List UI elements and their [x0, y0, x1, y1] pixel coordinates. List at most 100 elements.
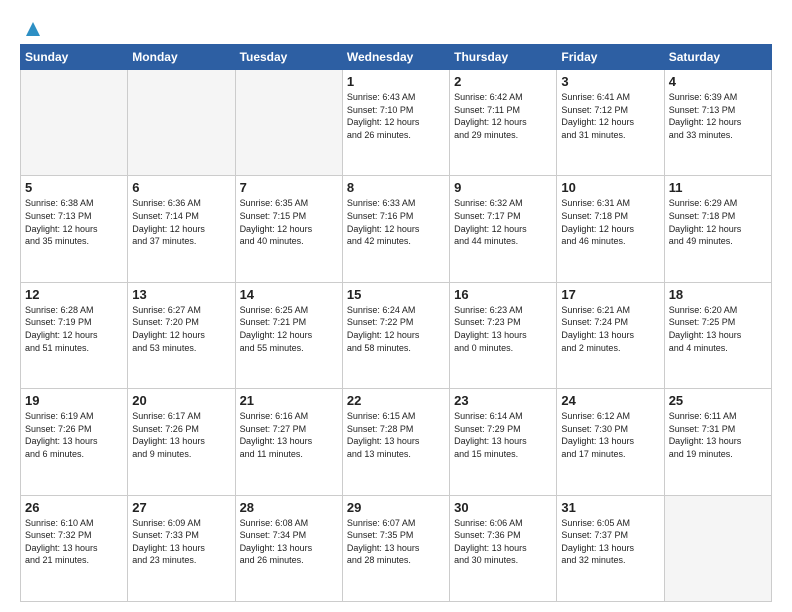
day-info: Sunrise: 6:10 AM Sunset: 7:32 PM Dayligh… [25, 517, 123, 567]
day-info: Sunrise: 6:17 AM Sunset: 7:26 PM Dayligh… [132, 410, 230, 460]
day-info: Sunrise: 6:19 AM Sunset: 7:26 PM Dayligh… [25, 410, 123, 460]
day-number: 26 [25, 500, 123, 515]
table-row: 17 Sunrise: 6:21 AM Sunset: 7:24 PM Dayli… [557, 282, 664, 388]
day-number: 2 [454, 74, 552, 89]
day-info: Sunrise: 6:38 AM Sunset: 7:13 PM Dayligh… [25, 197, 123, 247]
logo [20, 16, 44, 36]
day-info: Sunrise: 6:21 AM Sunset: 7:24 PM Dayligh… [561, 304, 659, 354]
day-number: 23 [454, 393, 552, 408]
calendar-table: Sunday Monday Tuesday Wednesday Thursday… [20, 44, 772, 602]
col-monday: Monday [128, 45, 235, 70]
header [20, 16, 772, 36]
day-info: Sunrise: 6:35 AM Sunset: 7:15 PM Dayligh… [240, 197, 338, 247]
table-row: 29 Sunrise: 6:07 AM Sunset: 7:35 PM Dayli… [342, 495, 449, 601]
day-number: 19 [25, 393, 123, 408]
calendar-week-3: 12Sunrise: 6:28 AM Sunset: 7:19 PM Dayli… [21, 282, 772, 388]
table-row: 8 Sunrise: 6:33 AM Sunset: 7:16 PM Daylig… [342, 176, 449, 282]
table-row: 2 Sunrise: 6:42 AM Sunset: 7:11 PM Daylig… [450, 70, 557, 176]
table-row: 28Sunrise: 6:08 AM Sunset: 7:34 PM Dayli… [235, 495, 342, 601]
day-info: Sunrise: 6:16 AM Sunset: 7:27 PM Dayligh… [240, 410, 338, 460]
col-sunday: Sunday [21, 45, 128, 70]
day-info: Sunrise: 6:05 AM Sunset: 7:37 PM Dayligh… [561, 517, 659, 567]
page: Sunday Monday Tuesday Wednesday Thursday… [0, 0, 792, 612]
day-info: Sunrise: 6:43 AM Sunset: 7:10 PM Dayligh… [347, 91, 445, 141]
table-row: 21 Sunrise: 6:16 AM Sunset: 7:27 PM Dayli… [235, 389, 342, 495]
calendar-week-1: 1 Sunrise: 6:43 AM Sunset: 7:10 PM Daylig… [21, 70, 772, 176]
table-row: 6Sunrise: 6:36 AM Sunset: 7:14 PM Daylig… [128, 176, 235, 282]
day-info: Sunrise: 6:07 AM Sunset: 7:35 PM Dayligh… [347, 517, 445, 567]
table-row: 16Sunrise: 6:23 AM Sunset: 7:23 PM Dayli… [450, 282, 557, 388]
table-row [128, 70, 235, 176]
day-number: 14 [240, 287, 338, 302]
day-info: Sunrise: 6:31 AM Sunset: 7:18 PM Dayligh… [561, 197, 659, 247]
day-info: Sunrise: 6:08 AM Sunset: 7:34 PM Dayligh… [240, 517, 338, 567]
table-row: 13 Sunrise: 6:27 AM Sunset: 7:20 PM Dayli… [128, 282, 235, 388]
day-number: 20 [132, 393, 230, 408]
day-number: 9 [454, 180, 552, 195]
table-row: 4Sunrise: 6:39 AM Sunset: 7:13 PM Daylig… [664, 70, 771, 176]
day-number: 10 [561, 180, 659, 195]
day-info: Sunrise: 6:15 AM Sunset: 7:28 PM Dayligh… [347, 410, 445, 460]
day-number: 15 [347, 287, 445, 302]
table-row [21, 70, 128, 176]
day-number: 5 [25, 180, 123, 195]
table-row: 31 Sunrise: 6:05 AM Sunset: 7:37 PM Dayli… [557, 495, 664, 601]
table-row: 23 Sunrise: 6:14 AM Sunset: 7:29 PM Dayli… [450, 389, 557, 495]
col-wednesday: Wednesday [342, 45, 449, 70]
day-number: 1 [347, 74, 445, 89]
table-row: 14 Sunrise: 6:25 AM Sunset: 7:21 PM Dayli… [235, 282, 342, 388]
day-info: Sunrise: 6:32 AM Sunset: 7:17 PM Dayligh… [454, 197, 552, 247]
calendar-week-4: 19 Sunrise: 6:19 AM Sunset: 7:26 PM Dayli… [21, 389, 772, 495]
day-number: 31 [561, 500, 659, 515]
day-number: 3 [561, 74, 659, 89]
day-number: 24 [561, 393, 659, 408]
day-info: Sunrise: 6:29 AM Sunset: 7:18 PM Dayligh… [669, 197, 767, 247]
day-number: 27 [132, 500, 230, 515]
day-info: Sunrise: 6:25 AM Sunset: 7:21 PM Dayligh… [240, 304, 338, 354]
table-row: 9 Sunrise: 6:32 AM Sunset: 7:17 PM Daylig… [450, 176, 557, 282]
day-info: Sunrise: 6:42 AM Sunset: 7:11 PM Dayligh… [454, 91, 552, 141]
day-number: 17 [561, 287, 659, 302]
table-row: 7 Sunrise: 6:35 AM Sunset: 7:15 PM Daylig… [235, 176, 342, 282]
day-info: Sunrise: 6:36 AM Sunset: 7:14 PM Dayligh… [132, 197, 230, 247]
day-number: 8 [347, 180, 445, 195]
table-row [235, 70, 342, 176]
day-info: Sunrise: 6:33 AM Sunset: 7:16 PM Dayligh… [347, 197, 445, 247]
day-number: 29 [347, 500, 445, 515]
calendar-week-2: 5 Sunrise: 6:38 AM Sunset: 7:13 PM Daylig… [21, 176, 772, 282]
col-tuesday: Tuesday [235, 45, 342, 70]
day-number: 25 [669, 393, 767, 408]
day-info: Sunrise: 6:27 AM Sunset: 7:20 PM Dayligh… [132, 304, 230, 354]
day-info: Sunrise: 6:14 AM Sunset: 7:29 PM Dayligh… [454, 410, 552, 460]
day-number: 7 [240, 180, 338, 195]
day-info: Sunrise: 6:24 AM Sunset: 7:22 PM Dayligh… [347, 304, 445, 354]
day-info: Sunrise: 6:20 AM Sunset: 7:25 PM Dayligh… [669, 304, 767, 354]
day-number: 21 [240, 393, 338, 408]
table-row: 19 Sunrise: 6:19 AM Sunset: 7:26 PM Dayli… [21, 389, 128, 495]
table-row: 3Sunrise: 6:41 AM Sunset: 7:12 PM Daylig… [557, 70, 664, 176]
table-row: 30Sunrise: 6:06 AM Sunset: 7:36 PM Dayli… [450, 495, 557, 601]
table-row: 18 Sunrise: 6:20 AM Sunset: 7:25 PM Dayli… [664, 282, 771, 388]
day-number: 12 [25, 287, 123, 302]
calendar-week-5: 26 Sunrise: 6:10 AM Sunset: 7:32 PM Dayli… [21, 495, 772, 601]
day-number: 13 [132, 287, 230, 302]
day-info: Sunrise: 6:12 AM Sunset: 7:30 PM Dayligh… [561, 410, 659, 460]
day-info: Sunrise: 6:39 AM Sunset: 7:13 PM Dayligh… [669, 91, 767, 141]
table-row: 12Sunrise: 6:28 AM Sunset: 7:19 PM Dayli… [21, 282, 128, 388]
table-row: 11 Sunrise: 6:29 AM Sunset: 7:18 PM Dayli… [664, 176, 771, 282]
day-number: 18 [669, 287, 767, 302]
col-friday: Friday [557, 45, 664, 70]
table-row: 25Sunrise: 6:11 AM Sunset: 7:31 PM Dayli… [664, 389, 771, 495]
day-number: 30 [454, 500, 552, 515]
day-number: 11 [669, 180, 767, 195]
day-number: 16 [454, 287, 552, 302]
table-row [664, 495, 771, 601]
col-thursday: Thursday [450, 45, 557, 70]
logo-icon [22, 18, 44, 40]
table-row: 1 Sunrise: 6:43 AM Sunset: 7:10 PM Daylig… [342, 70, 449, 176]
calendar-header-row: Sunday Monday Tuesday Wednesday Thursday… [21, 45, 772, 70]
table-row: 22Sunrise: 6:15 AM Sunset: 7:28 PM Dayli… [342, 389, 449, 495]
table-row: 27 Sunrise: 6:09 AM Sunset: 7:33 PM Dayli… [128, 495, 235, 601]
day-info: Sunrise: 6:09 AM Sunset: 7:33 PM Dayligh… [132, 517, 230, 567]
table-row: 20 Sunrise: 6:17 AM Sunset: 7:26 PM Dayli… [128, 389, 235, 495]
